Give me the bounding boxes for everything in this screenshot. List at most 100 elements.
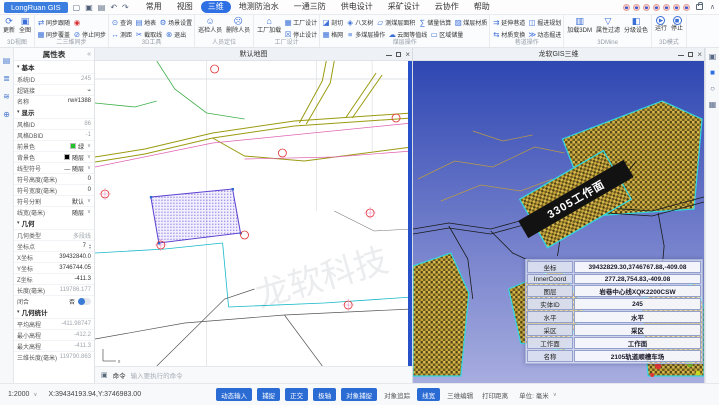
sync-follow-button[interactable]: ⇄同步跟随 bbox=[37, 18, 70, 27]
tab-view[interactable]: 视图 bbox=[170, 1, 200, 13]
tab-3d[interactable]: 三维 bbox=[201, 1, 231, 13]
octree-button[interactable]: ◈八叉树 bbox=[346, 18, 373, 27]
run-button[interactable]: ▶ 运行 bbox=[654, 16, 668, 33]
update-button[interactable]: ⟳ 更新 bbox=[2, 16, 16, 35]
remove-person-button[interactable]: ☹ 删除人员 bbox=[225, 16, 251, 35]
theme-bag-icon[interactable] bbox=[696, 4, 703, 10]
section-display[interactable]: 显示 bbox=[14, 106, 94, 118]
background-color-select[interactable]: 随层 bbox=[64, 153, 91, 162]
dynamic-excavation-button[interactable]: ≫动态掘进 bbox=[528, 30, 561, 39]
property-row: 长度(毫米)119786.177 bbox=[14, 284, 94, 295]
factory-load-button[interactable]: ⌂ 工厂加载 bbox=[256, 16, 282, 35]
hyperlink-icon[interactable]: ⌁ bbox=[87, 87, 91, 94]
polar-toggle[interactable]: 极轴 bbox=[313, 388, 336, 401]
tab-home[interactable]: 常用 bbox=[139, 1, 169, 13]
sync-overlay-button[interactable]: ▦同步覆盖 bbox=[37, 30, 70, 39]
edit-3d-toggle[interactable]: 三维编辑 bbox=[445, 388, 475, 401]
circle-tool-icon[interactable]: ○ bbox=[710, 84, 715, 93]
section-geometry-stats[interactable]: 几何统计 bbox=[14, 306, 94, 318]
foreground-color-select[interactable]: 绿 bbox=[70, 142, 91, 151]
layers-icon[interactable]: ▣ bbox=[709, 52, 717, 61]
print-icon[interactable]: ▤ bbox=[98, 3, 106, 12]
close-icon[interactable]: × bbox=[697, 48, 702, 61]
maximize-icon[interactable] bbox=[688, 52, 693, 57]
tab-help[interactable]: 帮助 bbox=[467, 1, 497, 13]
panel-list-icon[interactable]: ▤ bbox=[3, 56, 11, 65]
save-icon[interactable]: ▢ bbox=[73, 3, 81, 12]
lineweight-toggle[interactable]: 线宽 bbox=[417, 388, 440, 401]
load-3dm-button[interactable]: ▥ 加载3DM bbox=[566, 16, 593, 35]
symbol-split-select[interactable]: 默认 bbox=[72, 197, 91, 206]
tab-mining-design[interactable]: 采矿设计 bbox=[381, 1, 427, 13]
extend-tunnel-button[interactable]: ⇉延伸巷道 bbox=[492, 18, 525, 27]
map-tab-title[interactable]: 默认地图 bbox=[95, 49, 412, 59]
viewer3d-viewport[interactable]: 龙软科技 bbox=[413, 61, 704, 383]
sync-camera-button[interactable]: ◉ bbox=[73, 18, 81, 27]
linetype-select[interactable]: — 随层 bbox=[64, 164, 91, 173]
vertex-count-stepper[interactable]: 7▴▾ bbox=[83, 243, 91, 250]
tab-ventilation[interactable]: 一通三防 bbox=[287, 1, 333, 13]
close-icon[interactable]: × bbox=[405, 48, 410, 61]
snap-toggle[interactable]: 捕捉 bbox=[257, 388, 280, 401]
group-label: 3D模式 bbox=[654, 40, 684, 47]
seam-material-button[interactable]: ▨煤层材质 bbox=[454, 18, 487, 27]
window-splitter[interactable] bbox=[408, 61, 412, 366]
region-reserve-button[interactable]: ▭区域储量 bbox=[430, 30, 463, 39]
contour-button[interactable]: ☁云图等值线 bbox=[388, 30, 427, 39]
tab-power-design[interactable]: 供电设计 bbox=[334, 1, 380, 13]
stop-button[interactable]: ◼ 停止 bbox=[670, 16, 684, 33]
stop-design-button[interactable]: ☒停止设计 bbox=[284, 30, 317, 39]
reserve-estimate-button[interactable]: ∑储量估算 bbox=[418, 18, 451, 27]
measure-button[interactable]: ↔测距 bbox=[111, 30, 132, 39]
section-cut-button[interactable]: ◪剖切 bbox=[322, 18, 343, 27]
exit-button[interactable]: ⊗退出 bbox=[165, 30, 186, 39]
ortho-toggle[interactable]: 正交 bbox=[285, 388, 308, 401]
section-geometry[interactable]: 几何 bbox=[14, 217, 94, 229]
minimize-icon[interactable] bbox=[678, 55, 684, 56]
unit-select[interactable]: 单位: 毫米 bbox=[519, 390, 557, 400]
maximize-icon[interactable] bbox=[396, 52, 401, 57]
scene-settings-button[interactable]: ⚙场景设置 bbox=[159, 18, 192, 27]
command-input[interactable]: 输入要执行的命令 bbox=[131, 370, 183, 380]
select-box-icon[interactable]: ■ bbox=[710, 68, 715, 77]
sync-follow-icon: ⇄ bbox=[37, 18, 45, 27]
dynamic-input-toggle[interactable]: 动态输入 bbox=[216, 388, 252, 401]
excavation-plan-button[interactable]: ◫掘进规划 bbox=[528, 18, 561, 27]
panel-globe-icon[interactable]: ⊕ bbox=[3, 110, 10, 119]
terrain-button[interactable]: ▤地表 bbox=[135, 18, 156, 27]
map-canvas[interactable]: 龙软科技 x bbox=[95, 61, 412, 366]
query-button[interactable]: ⊙查询 bbox=[111, 18, 132, 27]
object-snap-toggle[interactable]: 对象捕捉 bbox=[341, 388, 377, 401]
multi-seam-button[interactable]: ≡多煤层操作 bbox=[346, 30, 385, 39]
saveas-icon[interactable]: ▣ bbox=[85, 3, 93, 12]
stop-sync-button[interactable]: ⊘停止同步 bbox=[73, 30, 106, 39]
clip-line-button[interactable]: ✂截取线 bbox=[135, 30, 162, 39]
undo-icon[interactable]: ↶ bbox=[110, 3, 117, 12]
scale-select[interactable]: 1:2000 bbox=[8, 391, 37, 398]
linewidth-select[interactable]: 随层 bbox=[72, 208, 91, 217]
minimize-icon[interactable] bbox=[386, 55, 392, 56]
redo-icon[interactable]: ↷ bbox=[122, 3, 129, 12]
collapse-ribbon-icon[interactable]: ∧ bbox=[710, 3, 715, 11]
material-swap-button[interactable]: ⇆材质变换 bbox=[492, 30, 525, 39]
table-tool-icon[interactable]: ▦ bbox=[709, 100, 717, 109]
full-extent-button[interactable]: ▣ 全图 bbox=[18, 16, 32, 35]
factory-design-button[interactable]: ▦工厂设计 bbox=[284, 18, 317, 27]
inspect-person-button[interactable]: ☺ 巡检人员 bbox=[197, 16, 223, 35]
section-basic[interactable]: 基本 bbox=[14, 61, 94, 73]
tab-geosurvey[interactable]: 地测防治水 bbox=[232, 1, 286, 13]
print-distance-toggle[interactable]: 打印距离 bbox=[480, 388, 510, 401]
tab-cloud[interactable]: 云协作 bbox=[428, 1, 466, 13]
grade-color-button[interactable]: ◧ 分级设色 bbox=[623, 16, 649, 35]
attribute-filter-button[interactable]: ▽ 属性过滤 bbox=[595, 16, 621, 35]
selected-region[interactable] bbox=[151, 189, 241, 243]
property-row: 线宽(毫米)随层 bbox=[14, 206, 94, 217]
panel-tree-icon[interactable]: ≣ bbox=[3, 74, 10, 83]
closed-toggle[interactable] bbox=[78, 298, 91, 305]
panel-layers-icon[interactable]: ≋ bbox=[3, 92, 10, 101]
seam-area-button[interactable]: ▱测煤层面积 bbox=[376, 18, 415, 27]
object-track-toggle[interactable]: 对象追踪 bbox=[382, 388, 412, 401]
property-row: 符号分割默认 bbox=[14, 195, 94, 206]
collapse-panel-icon[interactable]: « bbox=[87, 51, 91, 58]
grid-button[interactable]: ▦格网 bbox=[322, 30, 343, 39]
